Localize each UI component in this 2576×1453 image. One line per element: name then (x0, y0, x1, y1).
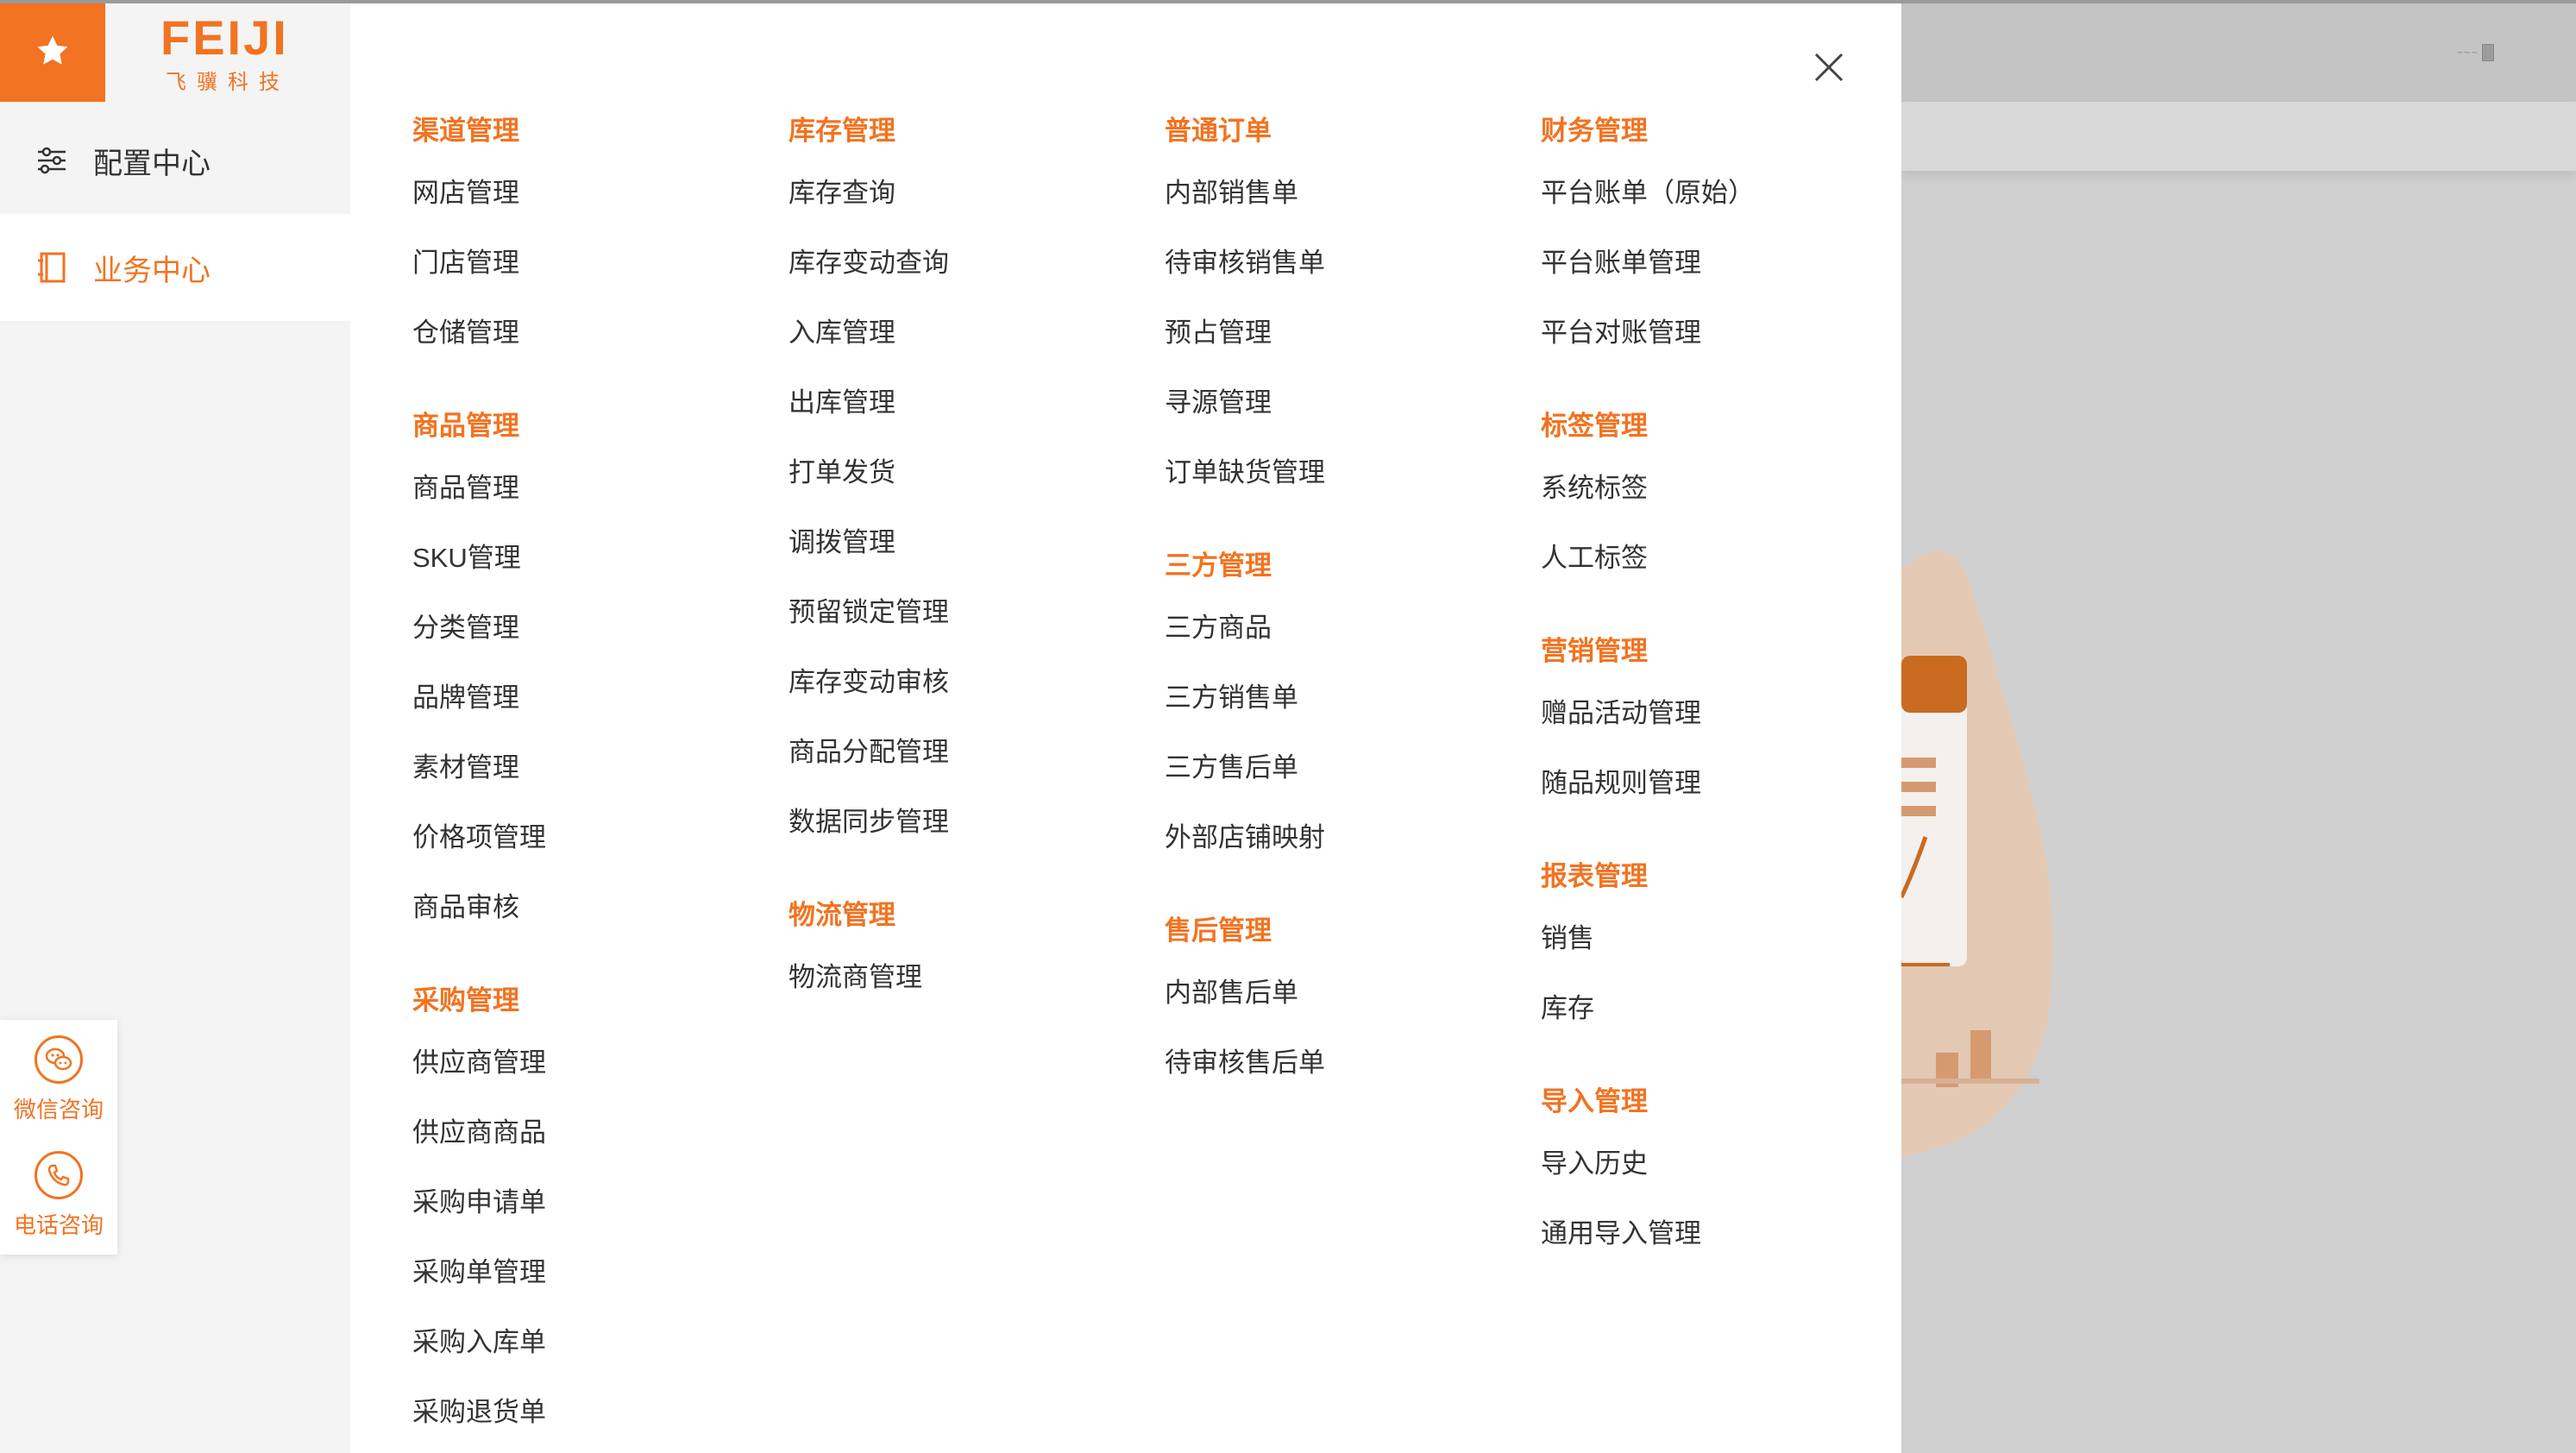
group-title-inventory: 库存管理 (789, 116, 895, 146)
consult-panel: 微信咨询 电话咨询 (0, 1020, 117, 1255)
sidebar: FEIJI 飞骥科技 配置中心 业务中心 微信咨询 电话咨询 (0, 3, 350, 1453)
menu-item[interactable]: 待审核售后单 (1165, 1046, 1325, 1080)
menu-item[interactable]: 库存查询 (789, 176, 895, 211)
user-avatar (2481, 44, 2494, 61)
menu-item[interactable]: 出库管理 (789, 386, 895, 420)
notebook-icon (35, 250, 69, 285)
wechat-consult-button[interactable]: 微信咨询 (0, 1020, 117, 1132)
menu-item[interactable]: 库存 (1541, 991, 1594, 1026)
group-title-logistics: 物流管理 (789, 900, 895, 930)
menu-item[interactable]: 平台账单管理 (1541, 246, 1701, 280)
menu-item[interactable]: 通用导入管理 (1541, 1217, 1701, 1251)
user-info[interactable]: ~ ~ ~ (2457, 41, 2536, 64)
wechat-consult-label: 微信咨询 (13, 1097, 104, 1123)
phone-consult-label: 电话咨询 (13, 1212, 104, 1238)
group-title-orders: 普通订单 (1165, 116, 1272, 146)
menu-item[interactable]: 库存变动审核 (789, 665, 949, 700)
menu-item[interactable]: 物流商管理 (789, 960, 922, 995)
brand-name: FEIJI (160, 10, 289, 65)
group-title-channel: 渠道管理 (412, 116, 519, 146)
group-title-marketing: 营销管理 (1541, 636, 1648, 666)
menu-item[interactable]: 采购申请单 (412, 1186, 546, 1220)
sidebar-item-config-center[interactable]: 配置中心 (0, 107, 350, 214)
menu-item[interactable]: 价格项管理 (412, 821, 546, 855)
group-title-purchase: 采购管理 (412, 985, 519, 1016)
brand-subtitle: 飞骥科技 (166, 71, 290, 94)
menu-item[interactable]: 三方销售单 (1165, 681, 1298, 715)
menu-item[interactable]: 门店管理 (412, 246, 519, 280)
menu-item[interactable]: 预占管理 (1165, 316, 1272, 350)
menu-item[interactable]: 入库管理 (789, 316, 895, 350)
menu-item[interactable]: 平台对账管理 (1541, 316, 1701, 350)
menu-item[interactable]: 品牌管理 (412, 681, 519, 715)
close-button[interactable] (1812, 50, 1846, 85)
app-subbar-background (1901, 102, 2576, 171)
menu-item[interactable]: SKU管理 (412, 541, 521, 576)
menu-item[interactable]: 平台账单（原始） (1541, 176, 1755, 211)
menu-item[interactable]: 素材管理 (412, 751, 519, 785)
star-icon (34, 32, 72, 74)
menu-item[interactable]: 赠品活动管理 (1541, 696, 1701, 731)
phone-icon (35, 1151, 83, 1199)
menu-item[interactable]: 供应商商品 (412, 1116, 546, 1150)
sliders-icon (35, 143, 69, 178)
menu-item[interactable]: 供应商管理 (412, 1046, 546, 1080)
menu-item[interactable]: 三方商品 (1165, 611, 1272, 645)
menu-item[interactable]: 随品规则管理 (1541, 766, 1701, 801)
group-title-finance: 财务管理 (1541, 116, 1648, 146)
user-name: ~ ~ ~ (2457, 47, 2478, 59)
menu-item[interactable]: 库存变动查询 (789, 246, 949, 280)
menu-item[interactable]: 采购单管理 (412, 1255, 546, 1290)
menu-item[interactable]: 打单发货 (789, 456, 895, 490)
menu-item[interactable]: 预留锁定管理 (789, 595, 949, 630)
menu-item[interactable]: 网店管理 (412, 176, 519, 211)
menu-item[interactable]: 订单缺货管理 (1165, 456, 1325, 490)
menu-item[interactable]: 内部销售单 (1165, 176, 1298, 211)
menu-item[interactable]: 调拨管理 (789, 525, 895, 560)
menu-item[interactable]: 内部售后单 (1165, 976, 1298, 1010)
menu-item[interactable]: 系统标签 (1541, 471, 1648, 506)
brand-logo: FEIJI 飞骥科技 (160, 10, 298, 97)
business-menu-panel: 渠道管理 网店管理 门店管理 仓储管理 商品管理 商品管理 SKU管理 分类管理… (350, 3, 1901, 1453)
group-title-tags: 标签管理 (1541, 411, 1648, 441)
menu-item[interactable]: 人工标签 (1541, 541, 1648, 576)
menu-item[interactable]: 商品分配管理 (789, 735, 949, 770)
group-title-third-party: 三方管理 (1165, 550, 1272, 581)
sidebar-item-business-center[interactable]: 业务中心 (0, 214, 350, 321)
group-title-import: 导入管理 (1541, 1086, 1648, 1116)
menu-item[interactable]: 数据同步管理 (789, 805, 949, 840)
phone-consult-button[interactable]: 电话咨询 (0, 1135, 117, 1248)
logo-badge[interactable] (0, 3, 105, 102)
menu-item[interactable]: 仓储管理 (412, 316, 519, 350)
sidebar-item-label: 配置中心 (93, 147, 210, 180)
group-title-reports: 报表管理 (1541, 861, 1648, 891)
menu-item[interactable]: 商品管理 (412, 471, 519, 506)
menu-item[interactable]: 采购退货单 (412, 1395, 546, 1430)
close-icon (1812, 53, 1846, 88)
menu-item[interactable]: 导入历史 (1541, 1147, 1648, 1181)
menu-item[interactable]: 商品审核 (412, 890, 519, 925)
menu-item[interactable]: 采购入库单 (412, 1325, 546, 1360)
menu-item[interactable]: 销售 (1541, 921, 1594, 956)
menu-item[interactable]: 外部店铺映射 (1165, 821, 1325, 855)
sidebar-item-label: 业务中心 (93, 254, 210, 287)
empty-state-illustration (1899, 535, 2074, 1173)
menu-item[interactable]: 分类管理 (412, 611, 519, 645)
group-title-after-sales: 售后管理 (1165, 915, 1272, 946)
group-title-product: 商品管理 (412, 411, 519, 441)
menu-item[interactable]: 三方售后单 (1165, 751, 1298, 785)
menu-item[interactable]: 寻源管理 (1165, 386, 1272, 420)
menu-item[interactable]: 待审核销售单 (1165, 246, 1325, 280)
wechat-icon (35, 1035, 83, 1084)
